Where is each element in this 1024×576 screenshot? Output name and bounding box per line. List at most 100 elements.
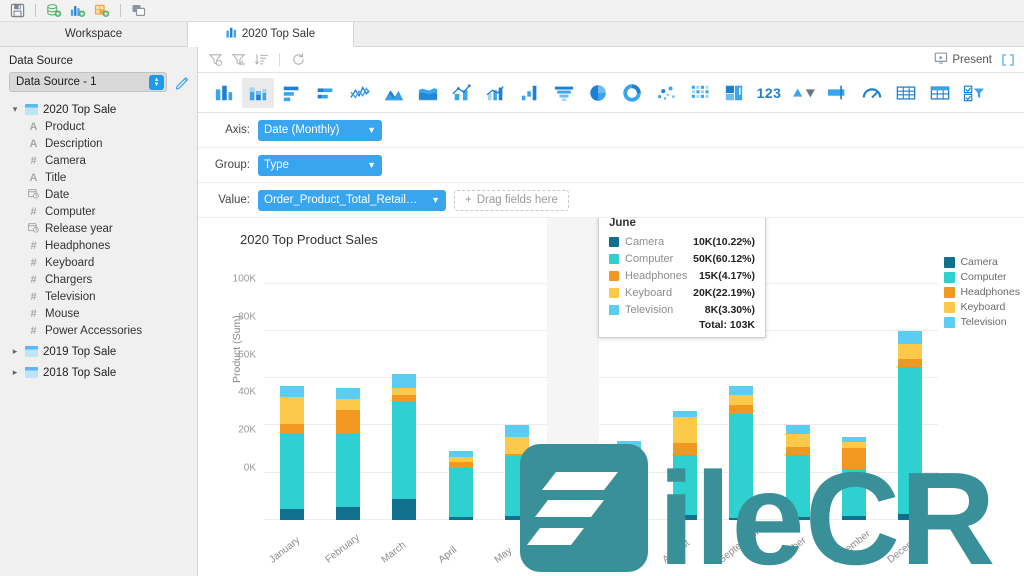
bar-stack[interactable]	[504, 425, 529, 520]
bar-stack[interactable]	[336, 387, 361, 520]
heatmap-chart-icon[interactable]	[684, 78, 716, 108]
bar-segment[interactable]	[897, 366, 922, 515]
stacked-column-chart-icon[interactable]	[242, 77, 274, 108]
field-title[interactable]: A Title	[0, 169, 197, 186]
bar-segment[interactable]	[336, 410, 361, 434]
legend-item[interactable]: Keyboard	[944, 301, 1020, 313]
stacked-bar-chart-icon[interactable]	[310, 78, 342, 108]
number-card-icon[interactable]: 123	[752, 78, 786, 108]
bar-stack[interactable]	[729, 385, 754, 520]
bar-chart-icon[interactable]	[276, 78, 308, 108]
filter-data-icon[interactable]	[228, 50, 248, 70]
present-button[interactable]: Present	[930, 51, 996, 68]
add-dashboard-icon[interactable]	[91, 2, 113, 20]
bar-segment[interactable]	[897, 359, 922, 367]
combo-chart-icon[interactable]	[480, 78, 512, 108]
tab-workspace[interactable]: Workspace	[0, 22, 188, 46]
value-field-pill[interactable]: Order_Product_Total_Retail_P... ▼	[258, 189, 446, 211]
bar-segment[interactable]	[617, 451, 642, 464]
tab-2020-top-sale[interactable]: 2020 Top Sale	[188, 22, 354, 47]
bar-column[interactable]: March	[376, 260, 432, 566]
value-dropzone[interactable]: + Drag fields here	[454, 189, 569, 211]
field-computer[interactable]: # Computer	[0, 203, 197, 220]
field-release-year[interactable]: Release year	[0, 220, 197, 237]
bar-segment[interactable]	[280, 508, 305, 520]
field-chargers[interactable]: # Chargers	[0, 271, 197, 288]
bar-segment[interactable]	[841, 516, 866, 520]
bar-segment[interactable]	[729, 414, 754, 519]
table-view-icon[interactable]	[890, 78, 922, 108]
legend-item[interactable]: Television	[944, 316, 1020, 328]
bar-segment[interactable]	[448, 517, 473, 520]
filter-list-icon[interactable]	[958, 78, 990, 108]
stepper-icon[interactable]: ▲ ▼	[149, 75, 164, 90]
refresh-icon[interactable]	[288, 50, 308, 70]
bar-segment[interactable]	[280, 433, 305, 509]
chevron-down-icon[interactable]: ▾	[10, 104, 20, 115]
bar-column[interactable]: April	[433, 260, 489, 566]
bar-segment[interactable]	[392, 499, 417, 520]
bar-column[interactable]: May	[489, 260, 545, 566]
bar-segment[interactable]	[617, 468, 642, 511]
combo-line-column-chart-icon[interactable]	[446, 78, 478, 108]
bar-segment[interactable]	[280, 423, 305, 434]
tree-node-2020-top-sale[interactable]: ▾ 2020 Top Sale	[0, 101, 197, 118]
field-headphones[interactable]: # Headphones	[0, 237, 197, 254]
bar-column[interactable]: February	[320, 260, 376, 566]
bar-segment[interactable]	[785, 454, 810, 518]
treemap-chart-icon[interactable]	[718, 78, 750, 108]
line-chart-icon[interactable]	[344, 78, 376, 108]
data-source-select[interactable]: Data Source - 1 ▲ ▼	[9, 72, 167, 92]
column-chart-icon[interactable]	[208, 78, 240, 108]
tree-node-2018-top-sale[interactable]: ▸ 2018 Top Sale	[0, 364, 197, 381]
bar-stack[interactable]	[841, 436, 866, 520]
chevron-down-icon[interactable]: ▼	[367, 160, 376, 170]
field-camera[interactable]: # Camera	[0, 152, 197, 169]
bar-segment[interactable]	[336, 387, 361, 399]
field-description[interactable]: A Description	[0, 135, 197, 152]
bar-segment[interactable]	[673, 515, 698, 520]
funnel-chart-icon[interactable]	[548, 78, 580, 108]
field-television[interactable]: # Television	[0, 288, 197, 305]
bar-segment[interactable]	[729, 518, 754, 520]
bar-segment[interactable]	[729, 404, 754, 415]
bar-segment[interactable]	[392, 400, 417, 500]
bar-segment[interactable]	[841, 448, 866, 469]
bar-segment[interactable]	[785, 517, 810, 520]
chevron-right-icon[interactable]: ▸	[10, 367, 20, 378]
chevron-down-icon[interactable]: ▼	[431, 195, 440, 205]
bar-segment[interactable]	[392, 374, 417, 388]
tree-node-2019-top-sale[interactable]: ▸ 2019 Top Sale	[0, 343, 197, 360]
bar-segment[interactable]	[785, 433, 810, 448]
edit-pencil-icon[interactable]	[173, 73, 191, 91]
bar-segment[interactable]	[504, 516, 529, 520]
sort-icon[interactable]	[251, 50, 271, 70]
bar-segment[interactable]	[617, 510, 642, 520]
bar-column[interactable]: June	[545, 218, 601, 566]
bar-segment[interactable]	[504, 425, 529, 437]
chevron-down-icon[interactable]: ▼	[367, 125, 376, 135]
bar-segment[interactable]	[504, 436, 529, 454]
bar-segment[interactable]	[897, 330, 922, 345]
field-power-accessories[interactable]: # Power Accessories	[0, 322, 197, 339]
bar-segment[interactable]	[841, 468, 866, 517]
bar-segment[interactable]	[785, 447, 810, 455]
bar-segment[interactable]	[280, 385, 305, 398]
bar-segment[interactable]	[897, 344, 922, 360]
axis-field-pill[interactable]: Date (Monthly) ▼	[258, 119, 382, 141]
bar-segment[interactable]	[448, 468, 473, 518]
bar-segment[interactable]	[897, 514, 922, 520]
bar-segment[interactable]	[729, 395, 754, 405]
fullscreen-icon[interactable]	[999, 51, 1017, 69]
bar-stack[interactable]	[392, 374, 417, 520]
waterfall-chart-icon[interactable]	[514, 78, 546, 108]
bar-segment[interactable]	[673, 454, 698, 516]
pivot-table-icon[interactable]	[924, 78, 956, 108]
field-keyboard[interactable]: # Keyboard	[0, 254, 197, 271]
pie-chart-icon[interactable]	[582, 78, 614, 108]
field-product[interactable]: A Product	[0, 118, 197, 135]
bar-segment[interactable]	[392, 387, 417, 396]
bar-column[interactable]: October	[770, 260, 826, 566]
bar-segment[interactable]	[673, 443, 698, 455]
kpi-indicator-icon[interactable]	[788, 78, 820, 108]
